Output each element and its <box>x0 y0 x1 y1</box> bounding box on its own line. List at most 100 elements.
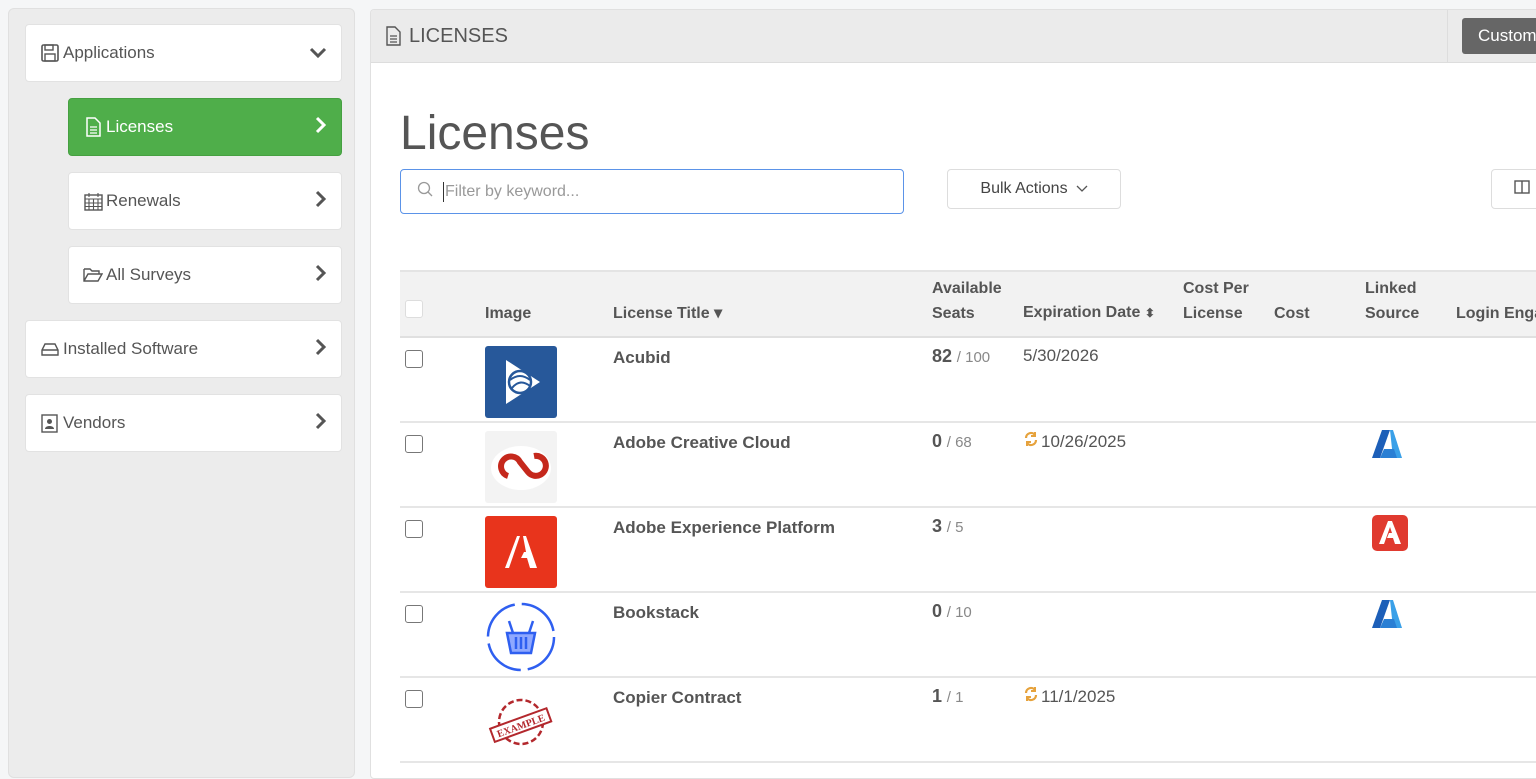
main-panel: LICENSES Custom Licenses Filter by keywo… <box>370 9 1536 779</box>
column-header-image: Image <box>485 271 613 337</box>
license-title-link[interactable]: Bookstack <box>613 601 932 623</box>
calendar-icon <box>83 191 103 211</box>
bulk-actions-button[interactable]: Bulk Actions <box>947 169 1121 209</box>
chevron-right-icon <box>315 116 327 139</box>
sidebar: Applications Licenses Renewals All Surve… <box>8 8 355 778</box>
columns-button[interactable] <box>1491 169 1536 209</box>
column-header-cost: Cost <box>1274 271 1365 337</box>
table-row[interactable]: EXAMPLE Copier Contract 1 / 1 11/1/2025 <box>400 677 1536 762</box>
cost-per-license <box>1183 507 1274 592</box>
table-header-row: Image License Title ▾ Available Seats Ex… <box>400 271 1536 337</box>
sidebar-item-vendors[interactable]: Vendors <box>25 394 342 452</box>
cost <box>1274 422 1365 507</box>
bulk-actions-label: Bulk Actions <box>980 180 1067 198</box>
login-engagement <box>1456 592 1536 677</box>
expiration-date: 10/26/2025 <box>1023 431 1183 452</box>
available-seats: 82 / 100 <box>932 337 1023 422</box>
cost-per-license <box>1183 422 1274 507</box>
table-row[interactable]: Bookstack 0 / 10 <box>400 592 1536 677</box>
cost <box>1274 337 1365 422</box>
row-checkbox[interactable] <box>405 605 423 623</box>
row-checkbox[interactable] <box>405 350 423 368</box>
license-title-link[interactable]: Adobe Creative Cloud <box>613 431 932 453</box>
sidebar-item-label: Applications <box>63 43 309 63</box>
available-seats: 1 / 1 <box>932 677 1023 762</box>
row-checkbox[interactable] <box>405 690 423 708</box>
available-seats: 0 / 68 <box>932 422 1023 507</box>
linked-source-azure-icon <box>1371 614 1403 633</box>
auto-renew-icon <box>1023 686 1039 707</box>
column-header-cost-per-license: Cost Per License <box>1183 271 1274 337</box>
column-header-license-title[interactable]: License Title ▾ <box>613 271 932 337</box>
document-icon <box>83 117 103 137</box>
sidebar-item-label: All Surveys <box>106 265 315 285</box>
sidebar-item-label: Installed Software <box>63 339 315 359</box>
column-header-login-engagement: Login Engagement <box>1456 271 1536 337</box>
available-seats: 0 / 10 <box>932 592 1023 677</box>
login-engagement <box>1456 677 1536 762</box>
license-title-link[interactable]: Adobe Experience Platform <box>613 516 932 538</box>
sidebar-item-applications[interactable]: Applications <box>25 24 342 82</box>
linked-source-adobe-icon <box>1371 537 1409 556</box>
select-all-checkbox[interactable] <box>405 300 423 318</box>
cost-per-license <box>1183 337 1274 422</box>
expiration-date: 5/30/2026 <box>1023 346 1183 366</box>
contact-card-icon <box>40 413 60 433</box>
sort-icon: ⬍ <box>1145 306 1155 320</box>
chevron-down-icon <box>1076 180 1088 198</box>
row-checkbox[interactable] <box>405 435 423 453</box>
chevron-right-icon <box>315 338 327 361</box>
login-engagement <box>1456 507 1536 592</box>
sidebar-item-label: Licenses <box>106 117 315 137</box>
license-logo-adobe-cc <box>485 431 613 503</box>
sidebar-item-label: Vendors <box>63 413 315 433</box>
column-header-linked-source: Linked Source <box>1365 271 1456 337</box>
column-header-available-seats: Available Seats <box>932 271 1023 337</box>
customize-button[interactable]: Custom <box>1462 18 1536 54</box>
text-cursor <box>443 182 444 202</box>
login-engagement <box>1456 422 1536 507</box>
search-icon <box>417 181 433 202</box>
cost-per-license <box>1183 592 1274 677</box>
search-placeholder: Filter by keyword... <box>445 183 579 201</box>
chevron-right-icon <box>315 190 327 213</box>
expiration-date: 11/1/2025 <box>1023 686 1183 707</box>
table-row[interactable]: Adobe Creative Cloud 0 / 68 10/26/2025 <box>400 422 1536 507</box>
panel-header: LICENSES Custom <box>371 10 1536 63</box>
hard-drive-icon <box>40 339 60 359</box>
table-row[interactable]: Adobe Experience Platform 3 / 5 <box>400 507 1536 592</box>
license-logo-example-stamp: EXAMPLE <box>485 686 613 758</box>
floppy-icon <box>40 43 60 63</box>
chevron-right-icon <box>315 264 327 287</box>
table-row[interactable]: Acubid 82 / 100 5/30/2026 <box>400 337 1536 422</box>
chevron-down-icon <box>309 43 327 64</box>
search-input[interactable]: Filter by keyword... <box>400 169 904 214</box>
cost <box>1274 592 1365 677</box>
columns-icon <box>1514 180 1530 199</box>
cost <box>1274 677 1365 762</box>
page-title: Licenses <box>400 106 589 161</box>
folder-open-icon <box>83 265 103 285</box>
license-logo-acubid <box>485 346 613 418</box>
row-checkbox[interactable] <box>405 520 423 538</box>
license-title-link[interactable]: Copier Contract <box>613 686 932 708</box>
chevron-right-icon <box>315 412 327 435</box>
sidebar-item-installed-software[interactable]: Installed Software <box>25 320 342 378</box>
cost <box>1274 507 1365 592</box>
license-title-link[interactable]: Acubid <box>613 346 932 368</box>
linked-source-azure-icon <box>1371 444 1403 463</box>
sort-desc-icon: ▾ <box>714 305 722 322</box>
document-icon <box>385 26 401 46</box>
auto-renew-icon <box>1023 431 1039 452</box>
license-logo-basket <box>485 601 613 673</box>
license-logo-adobe <box>485 516 613 588</box>
divider <box>1447 10 1448 62</box>
sidebar-item-licenses[interactable]: Licenses <box>68 98 342 156</box>
cost-per-license <box>1183 677 1274 762</box>
panel-title: LICENSES <box>409 25 508 48</box>
sidebar-item-renewals[interactable]: Renewals <box>68 172 342 230</box>
column-header-expiration-date[interactable]: Expiration Date ⬍ <box>1023 271 1183 337</box>
available-seats: 3 / 5 <box>932 507 1023 592</box>
licenses-table: Image License Title ▾ Available Seats Ex… <box>400 270 1536 763</box>
sidebar-item-all-surveys[interactable]: All Surveys <box>68 246 342 304</box>
